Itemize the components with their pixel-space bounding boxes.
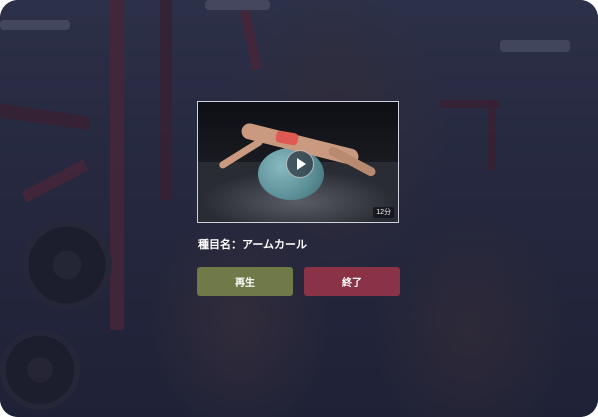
app-window: 12分 種目名：アームカール 再生 終了 bbox=[0, 0, 598, 417]
end-button[interactable]: 終了 bbox=[304, 267, 400, 296]
play-button[interactable]: 再生 bbox=[197, 267, 293, 296]
video-thumbnail[interactable]: 12分 bbox=[197, 101, 399, 223]
play-icon[interactable] bbox=[286, 150, 314, 178]
exercise-name-label: 種目名：アームカール bbox=[198, 238, 308, 251]
duration-badge: 12分 bbox=[373, 207, 394, 218]
